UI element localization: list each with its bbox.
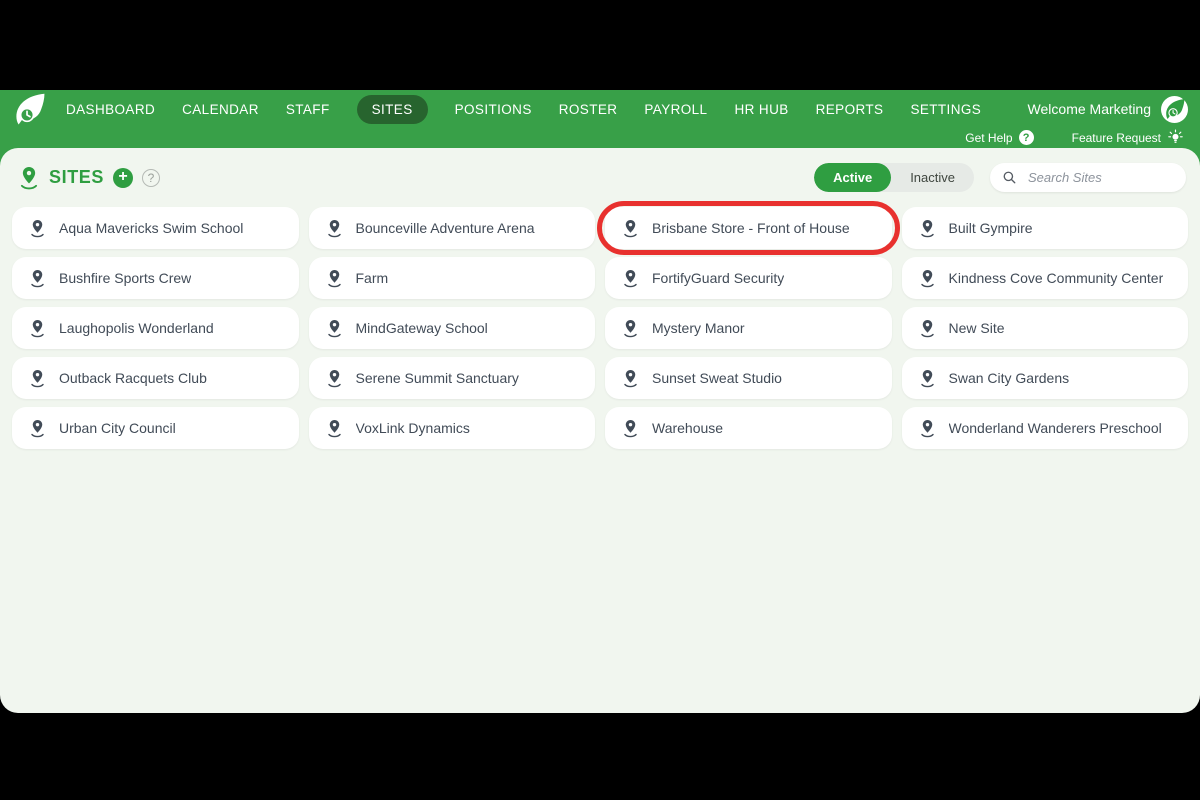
site-card[interactable]: Serene Summit Sanctuary [309,357,596,399]
site-name: Serene Summit Sanctuary [356,370,519,386]
site-card[interactable]: VoxLink Dynamics [309,407,596,449]
location-pin-icon [29,219,46,238]
content-header: SITES + ? Active Inactive [0,148,1200,205]
site-card[interactable]: Farm [309,257,596,299]
get-help-link[interactable]: Get Help ? [965,130,1033,145]
nav-item-payroll[interactable]: PAYROLL [644,95,707,124]
site-card[interactable]: Bushfire Sports Crew [12,257,299,299]
help-question-icon: ? [1019,130,1034,145]
site-name: Mystery Manor [652,320,745,336]
site-card[interactable]: Sunset Sweat Studio [605,357,892,399]
location-pin-icon [919,319,936,338]
add-site-button[interactable]: + [113,168,133,188]
nav-item-settings[interactable]: SETTINGS [910,95,981,124]
site-name: Built Gympire [949,220,1033,236]
nav-item-roster[interactable]: ROSTER [559,95,618,124]
search-icon [1002,170,1017,185]
site-name: Urban City Council [59,420,176,436]
location-pin-icon [622,369,639,388]
nav-item-sites[interactable]: SITES [357,95,428,124]
nav-item-dashboard[interactable]: DASHBOARD [66,95,155,124]
location-pin-icon [919,219,936,238]
site-card[interactable]: Warehouse [605,407,892,449]
site-name: Warehouse [652,420,723,436]
site-card[interactable]: MindGateway School [309,307,596,349]
site-name: Brisbane Store - Front of House [652,220,850,236]
site-name: Outback Racquets Club [59,370,207,386]
location-pin-icon [326,369,343,388]
site-card[interactable]: Aqua Mavericks Swim School [12,207,299,249]
site-card[interactable]: Outback Racquets Club [12,357,299,399]
location-pin-icon [919,419,936,438]
site-name: Kindness Cove Community Center [949,270,1164,286]
site-card[interactable]: New Site [902,307,1189,349]
sites-pin-icon [18,166,40,190]
location-pin-icon [29,269,46,288]
location-pin-icon [622,319,639,338]
location-pin-icon [622,219,639,238]
site-name: Bounceville Adventure Arena [356,220,535,236]
location-pin-icon [29,369,46,388]
site-name: Swan City Gardens [949,370,1070,386]
lightbulb-icon [1167,129,1184,146]
site-card[interactable]: Swan City Gardens [902,357,1189,399]
location-pin-icon [622,269,639,288]
filter-active-button[interactable]: Active [814,163,891,192]
feature-request-label: Feature Request [1072,131,1161,145]
site-name: New Site [949,320,1005,336]
site-card[interactable]: Built Gympire [902,207,1189,249]
site-name: Bushfire Sports Crew [59,270,191,286]
site-card[interactable]: Laughopolis Wonderland [12,307,299,349]
get-help-label: Get Help [965,131,1012,145]
location-pin-icon [326,269,343,288]
site-card[interactable]: Kindness Cove Community Center [902,257,1189,299]
active-inactive-toggle: Active Inactive [814,163,974,192]
site-name: FortifyGuard Security [652,270,784,286]
page-title: SITES [49,167,104,188]
site-name: MindGateway School [356,320,488,336]
filter-inactive-button[interactable]: Inactive [891,163,974,192]
search-input[interactable] [1026,169,1166,186]
content-panel: SITES + ? Active Inactive [0,148,1200,713]
location-pin-icon [29,319,46,338]
location-pin-icon [622,419,639,438]
location-pin-icon [326,419,343,438]
site-card[interactable]: Mystery Manor [605,307,892,349]
screen: DASHBOARD CALENDAR STAFF SITES POSITIONS ROST… [0,0,1200,800]
page-help-icon[interactable]: ? [142,169,160,187]
site-name: Wonderland Wanderers Preschool [949,420,1162,436]
location-pin-icon [326,319,343,338]
location-pin-icon [919,269,936,288]
top-nav: DASHBOARD CALENDAR STAFF SITES POSITIONS ROST… [0,90,1200,128]
site-name: VoxLink Dynamics [356,420,470,436]
site-card[interactable]: Wonderland Wanderers Preschool [902,407,1189,449]
site-card[interactable]: FortifyGuard Security [605,257,892,299]
welcome-text: Welcome Marketing [1028,101,1151,117]
site-card[interactable]: Brisbane Store - Front of House [605,207,892,249]
nav-item-calendar[interactable]: CALENDAR [182,95,259,124]
site-name: Farm [356,270,389,286]
sites-grid: Aqua Mavericks Swim School Bounceville Ad… [0,205,1200,449]
nav-item-positions[interactable]: POSITIONS [455,95,532,124]
user-avatar[interactable] [1161,96,1188,123]
nav-item-reports[interactable]: REPORTS [816,95,884,124]
site-name: Aqua Mavericks Swim School [59,220,243,236]
location-pin-icon [326,219,343,238]
search-box[interactable] [990,163,1186,192]
app-logo-icon[interactable] [12,91,48,127]
site-name: Sunset Sweat Studio [652,370,782,386]
main-nav: DASHBOARD CALENDAR STAFF SITES POSITIONS ROST… [66,95,981,124]
feature-request-link[interactable]: Feature Request [1072,129,1184,146]
site-name: Laughopolis Wonderland [59,320,214,336]
site-card[interactable]: Urban City Council [12,407,299,449]
sub-nav: Get Help ? Feature Request [0,127,1200,148]
site-card[interactable]: Bounceville Adventure Arena [309,207,596,249]
location-pin-icon [919,369,936,388]
nav-item-staff[interactable]: STAFF [286,95,330,124]
location-pin-icon [29,419,46,438]
nav-item-hr-hub[interactable]: HR HUB [734,95,788,124]
